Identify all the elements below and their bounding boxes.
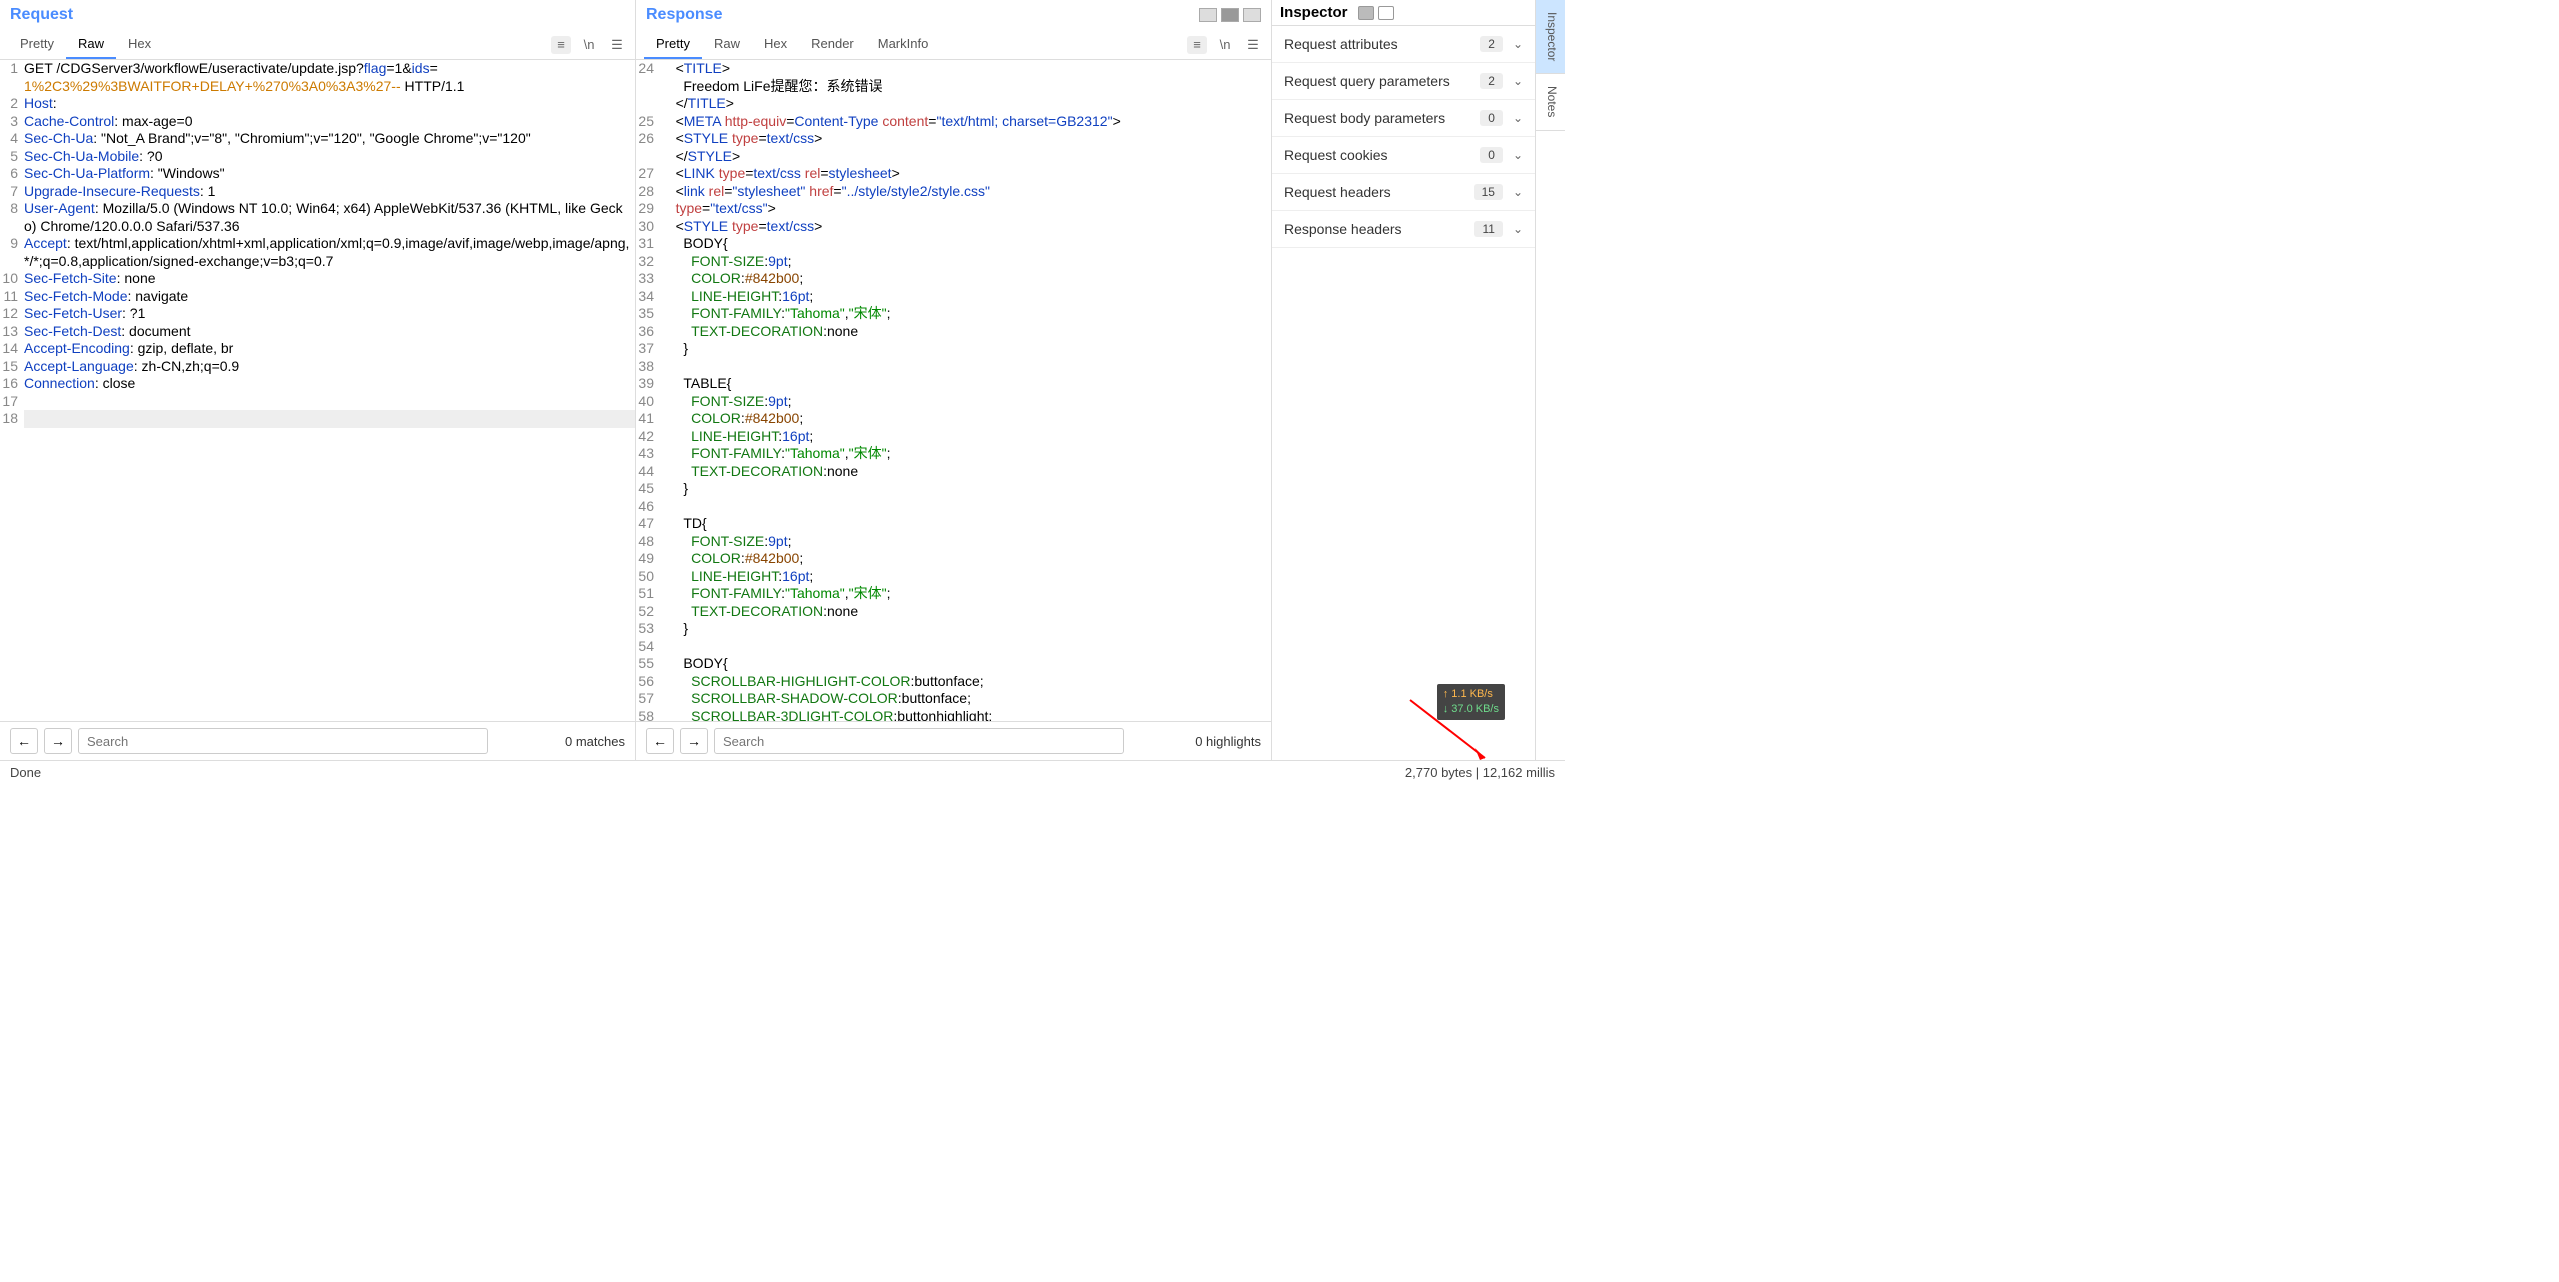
inspector-section[interactable]: Request body parameters0⌄ [1272, 100, 1535, 137]
next-button[interactable]: → [680, 728, 708, 754]
status-right: 2,770 bytes | 12,162 millis [1405, 765, 1555, 780]
response-search-input[interactable] [714, 728, 1124, 754]
side-tab-notes[interactable]: Notes [1536, 74, 1565, 130]
prev-button[interactable]: ← [10, 728, 38, 754]
inspector-title: Inspector [1280, 4, 1348, 21]
chevron-down-icon: ⌄ [1513, 185, 1523, 199]
response-search-bar: ← → 0 highlights [636, 721, 1271, 760]
newline-icon[interactable]: \n [579, 36, 599, 54]
request-tabs: PrettyRawHex ≡ \n ☰ [0, 30, 635, 60]
response-title: Response [636, 0, 732, 30]
tab-hex[interactable]: Hex [752, 30, 799, 59]
tab-render[interactable]: Render [799, 30, 866, 59]
inspector-panel: Inspector Request attributes2⌄Request qu… [1272, 0, 1535, 760]
inspector-section[interactable]: Request headers15⌄ [1272, 174, 1535, 211]
inspector-section[interactable]: Request attributes2⌄ [1272, 26, 1535, 63]
inspector-view-icon-2[interactable] [1378, 6, 1394, 20]
layout-icon-1[interactable] [1199, 8, 1217, 22]
inspector-view-icon-1[interactable] [1358, 6, 1374, 20]
request-panel: Request PrettyRawHex ≡ \n ☰ 1GET /CDGSer… [0, 0, 636, 760]
inspector-section[interactable]: Response headers11⌄ [1272, 211, 1535, 248]
side-tabs: Inspector Notes [1535, 0, 1565, 760]
response-panel: Response PrettyRawHexRenderMarkInfo ≡ \n… [636, 0, 1272, 760]
layout-icon-2[interactable] [1221, 8, 1239, 22]
status-left: Done [10, 765, 41, 780]
inspector-section[interactable]: Request cookies0⌄ [1272, 137, 1535, 174]
tab-raw[interactable]: Raw [66, 30, 116, 59]
request-search-bar: ← → 0 matches [0, 721, 635, 760]
response-code[interactable]: 24 <TITLE> Freedom LiFe提醒您：系统错误 </TITLE>… [636, 60, 1271, 721]
menu-icon[interactable]: ☰ [607, 36, 627, 54]
status-bar: Done 2,770 bytes | 12,162 millis [0, 760, 1565, 784]
chevron-down-icon: ⌄ [1513, 148, 1523, 162]
inspector-section[interactable]: Request query parameters2⌄ [1272, 63, 1535, 100]
chevron-down-icon: ⌄ [1513, 74, 1523, 88]
tab-raw[interactable]: Raw [702, 30, 752, 59]
response-match-text: 0 highlights [1195, 734, 1261, 749]
request-code[interactable]: 1GET /CDGServer3/workflowE/useractivate/… [0, 60, 635, 721]
newline-icon[interactable]: \n [1215, 36, 1235, 54]
wrap-icon[interactable]: ≡ [1187, 36, 1207, 54]
chevron-down-icon: ⌄ [1513, 37, 1523, 51]
next-button[interactable]: → [44, 728, 72, 754]
request-title: Request [0, 0, 635, 30]
tab-hex[interactable]: Hex [116, 30, 163, 59]
tab-pretty[interactable]: Pretty [8, 30, 66, 59]
tab-pretty[interactable]: Pretty [644, 30, 702, 59]
menu-icon[interactable]: ☰ [1243, 36, 1263, 54]
tab-markinfo[interactable]: MarkInfo [866, 30, 941, 59]
request-match-text: 0 matches [565, 734, 625, 749]
chevron-down-icon: ⌄ [1513, 111, 1523, 125]
throughput-badge: ↑ 1.1 KB/s ↓ 37.0 KB/s [1437, 684, 1505, 720]
side-tab-inspector[interactable]: Inspector [1536, 0, 1565, 74]
wrap-icon[interactable]: ≡ [551, 36, 571, 54]
response-tabs: PrettyRawHexRenderMarkInfo ≡ \n ☰ [636, 30, 1271, 60]
prev-button[interactable]: ← [646, 728, 674, 754]
layout-icon-3[interactable] [1243, 8, 1261, 22]
chevron-down-icon: ⌄ [1513, 222, 1523, 236]
request-search-input[interactable] [78, 728, 488, 754]
